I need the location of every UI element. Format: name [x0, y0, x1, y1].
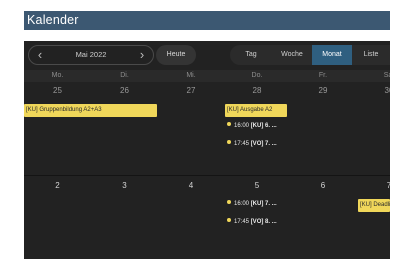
- weekday-label: Di.: [120, 72, 129, 79]
- event-title: [VO] 7. ...: [250, 141, 277, 147]
- event-title: [KU] 7. ...: [250, 201, 277, 207]
- view-list-button[interactable]: Liste: [352, 45, 390, 65]
- event-time: 17:45: [234, 141, 250, 147]
- event-title: [VO] 8. ...: [250, 219, 277, 225]
- calendar-event[interactable]: [KU] Deadli: [358, 199, 390, 212]
- weekday-label: Mo.: [51, 72, 64, 79]
- event-dot-icon: [227, 218, 231, 222]
- day-number[interactable]: 2: [24, 181, 91, 191]
- event-title: [KU] 6. ...: [250, 123, 277, 129]
- day-number[interactable]: 27: [158, 86, 224, 96]
- day-number[interactable]: 7: [356, 181, 390, 191]
- weekday-label: Do.: [251, 72, 263, 79]
- day-number[interactable]: 25: [24, 86, 91, 96]
- calendar-event[interactable]: [KU] Gruppenbildung A2+A3: [24, 104, 157, 117]
- view-week-button[interactable]: Woche: [272, 45, 312, 65]
- day-number[interactable]: 3: [91, 181, 158, 191]
- today-button[interactable]: Heute: [156, 45, 196, 65]
- weekday-label: Fr.: [318, 72, 328, 79]
- timed-event[interactable]: 17:45 [VO] 7. ...: [227, 139, 277, 149]
- period-navigation: ‹ Mai 2022 ›: [28, 45, 154, 65]
- week-row: 2 3 4 5 6 7 16:00 [KU] 7. ... [KU] Deadl…: [24, 176, 390, 259]
- event-time: 17:45: [234, 219, 250, 225]
- current-period-label: Mai 2022: [75, 50, 107, 59]
- view-month-button[interactable]: Monat: [312, 45, 352, 65]
- day-number[interactable]: 26: [91, 86, 158, 96]
- view-switcher: Tag Woche Monat Liste: [230, 45, 390, 65]
- weekday-header: Mo. Di. Mi. Do. Fr. Sa.: [24, 70, 390, 82]
- chevron-left-icon[interactable]: ‹: [31, 46, 49, 64]
- day-number[interactable]: 29: [290, 86, 356, 96]
- event-time: 16:00: [234, 201, 250, 207]
- calendar-event[interactable]: [KU] Ausgabe A2: [225, 104, 287, 117]
- weekday-label: Sa.: [383, 72, 390, 79]
- day-number[interactable]: 5: [224, 181, 290, 191]
- day-number[interactable]: 6: [290, 181, 356, 191]
- day-number[interactable]: 4: [158, 181, 224, 191]
- chevron-right-icon[interactable]: ›: [133, 46, 151, 64]
- event-dot-icon: [227, 122, 231, 126]
- timed-event[interactable]: 16:00 [KU] 7. ...: [227, 199, 277, 209]
- calendar-toolbar: ‹ Mai 2022 › Heute Tag Woche Monat Liste: [24, 44, 390, 66]
- day-number[interactable]: 30: [356, 86, 390, 96]
- view-day-button[interactable]: Tag: [230, 45, 272, 65]
- timed-event[interactable]: 16:00 [KU] 6. ...: [227, 121, 277, 131]
- weekday-label: Mi.: [186, 72, 196, 79]
- timed-event[interactable]: 17:45 [VO] 8. ...: [227, 217, 277, 227]
- event-dot-icon: [227, 200, 231, 204]
- event-dot-icon: [227, 140, 231, 144]
- window-title: Kalender: [24, 11, 390, 30]
- week-row: 25 26 27 28 29 30 [KU] Gruppenbildung A2…: [24, 82, 390, 176]
- calendar-app: ‹ Mai 2022 › Heute Tag Woche Monat Liste…: [24, 41, 390, 259]
- day-number[interactable]: 28: [224, 86, 290, 96]
- event-time: 16:00: [234, 123, 250, 129]
